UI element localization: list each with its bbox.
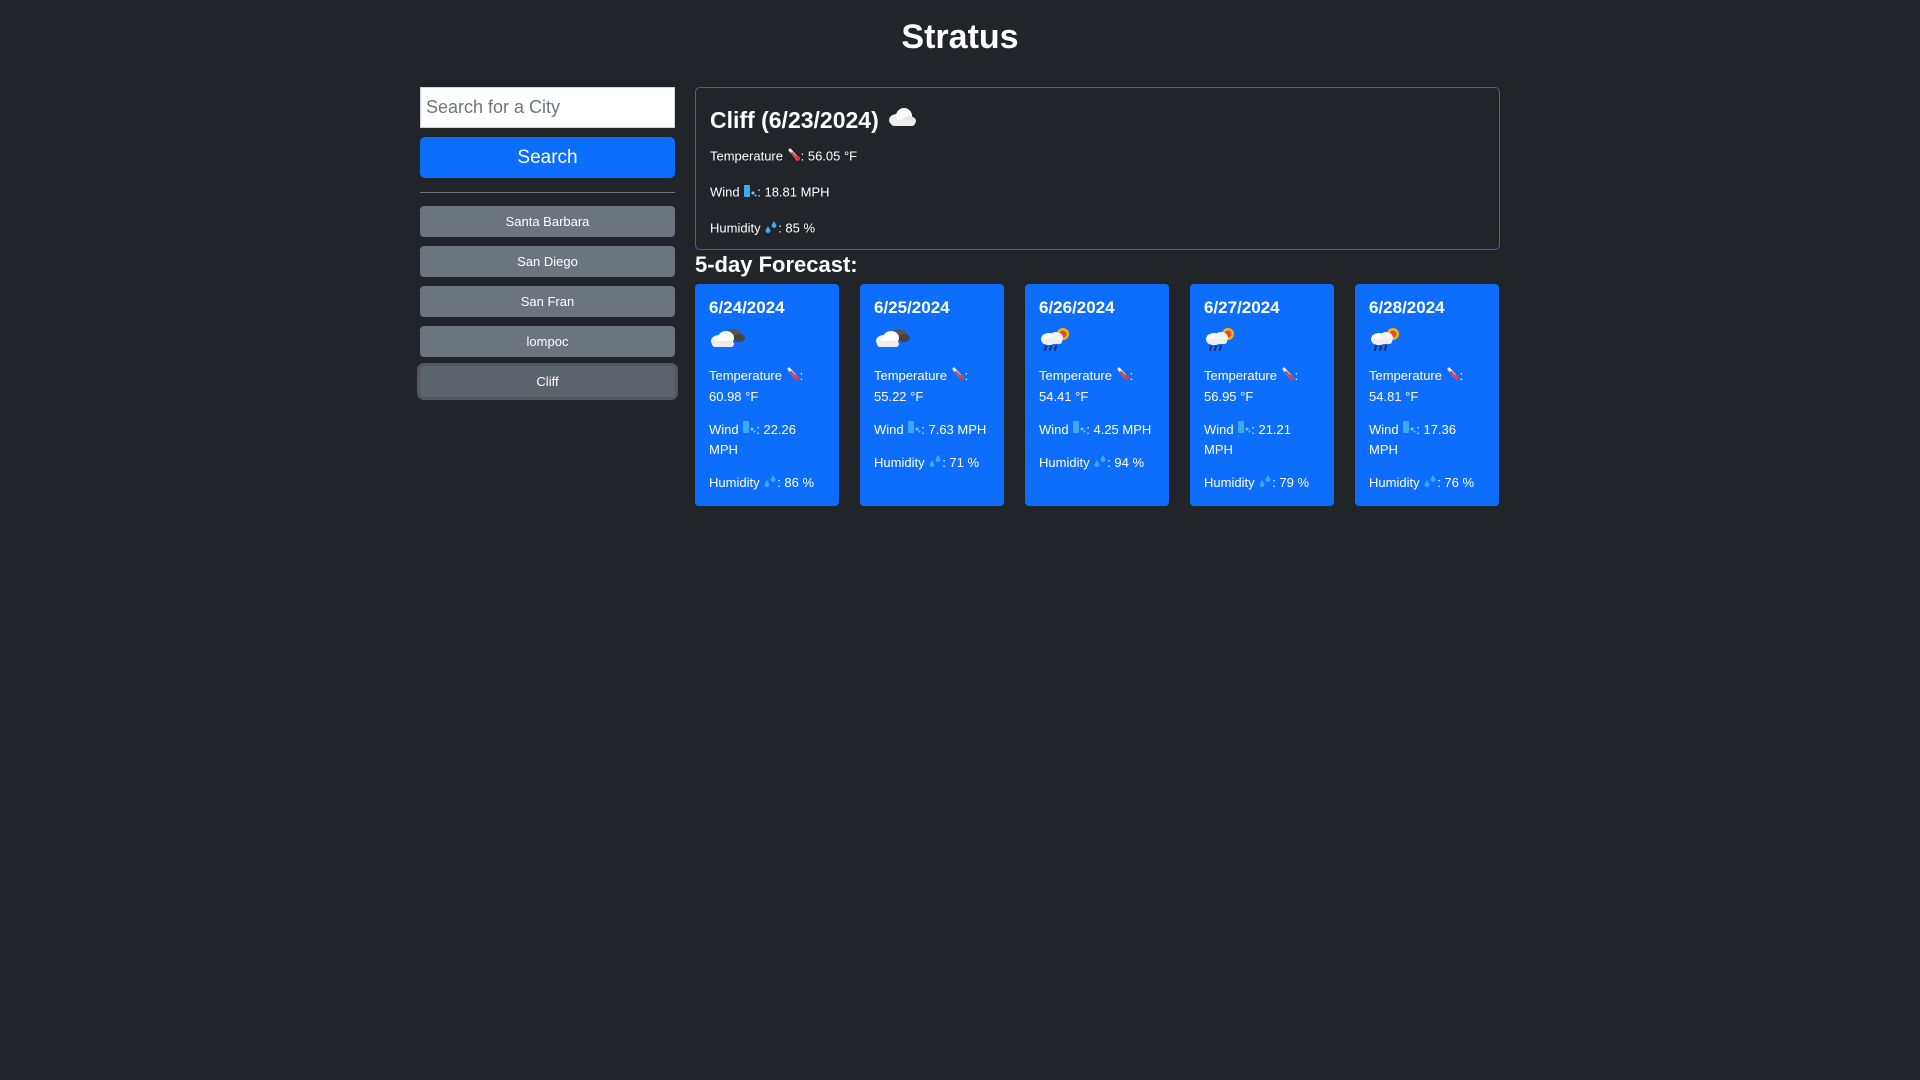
forecast-date: 6/28/2024 [1369,298,1445,317]
humidity-value: : 85 % [778,220,816,236]
wind-label: Wind [1369,421,1399,437]
temperature-label: Temperature [1369,368,1442,383]
thermometer-icon [951,367,965,387]
thermometer-icon [1446,367,1460,387]
sun-rain-cloud-icon [1039,326,1155,360]
wind-icon [907,420,921,440]
history-button-lompoc[interactable]: lompoc [420,326,675,357]
wind-label: Wind [709,421,739,437]
thermometer-icon [1281,367,1295,387]
humidity-label: Humidity [1369,475,1420,491]
forecast-row: 6/24/2024 Temperature : 60.98 °F Wind : 22… [695,284,1500,506]
thermometer-icon [786,367,800,387]
forecast-wind: Wind : 17.36 MPH [1369,420,1485,461]
humidity-value: : 86 % [777,475,815,491]
wind-label: Wind [1204,421,1234,437]
forecast-card: 6/25/2024 Temperature : 55.22 °F Wind : 7.… [860,284,1004,506]
current-wind: Wind : 18.81 MPH [710,184,1485,202]
temperature-label: Temperature [874,368,947,383]
forecast-card: 6/26/2024 Temperature : 54.41 °F Wind : 4.… [1025,284,1169,506]
temperature-label: Temperature [1204,368,1277,383]
wind-label: Wind [710,184,740,200]
forecast-temperature: Temperature : 60.98 °F [709,366,825,407]
forecast-humidity: Humidity : 79 % [1204,473,1320,494]
history-button-cliff[interactable]: Cliff [420,366,675,397]
sidebar-divider [420,192,675,193]
humidity-value: : 76 % [1437,475,1475,491]
wind-icon [743,184,757,202]
temperature-label: Temperature [1039,368,1112,383]
wind-label: Wind [1039,421,1069,437]
city-search-input[interactable] [420,87,675,128]
sun-rain-cloud-icon [1204,326,1320,360]
wind-value: : 4.25 MPH [1086,421,1152,437]
search-button[interactable]: Search [420,137,675,178]
forecast-temperature: Temperature : 55.22 °F [874,366,990,407]
humidity-value: : 94 % [1107,455,1145,471]
wind-icon [1402,420,1416,440]
droplets-icon [1258,474,1272,494]
dark-cloud-icon [709,326,825,360]
wind-value: : 18.81 MPH [757,184,830,200]
dark-cloud-icon [874,326,990,360]
forecast-humidity: Humidity : 76 % [1369,473,1485,494]
forecast-wind: Wind : 22.26 MPH [709,420,825,461]
droplets-icon [764,220,778,238]
forecast-card: 6/24/2024 Temperature : 60.98 °F Wind : 22… [695,284,839,506]
forecast-temperature: Temperature : 54.81 °F [1369,366,1485,407]
humidity-label: Humidity [1039,455,1090,471]
thermometer-icon [787,148,801,166]
forecast-date: 6/26/2024 [1039,298,1115,317]
temperature-label: Temperature [710,148,783,164]
cloud-icon [887,106,917,134]
forecast-date: 6/27/2024 [1204,298,1280,317]
forecast-card: 6/27/2024 Temperature : 56.95 °F Wind : 21… [1190,284,1334,506]
forecast-card: 6/28/2024 Temperature : 54.81 °F Wind : 17… [1355,284,1499,506]
humidity-label: Humidity [710,220,761,236]
current-weather-heading: Cliff (6/23/2024) [710,106,1485,134]
thermometer-icon [1116,367,1130,387]
droplets-icon [1423,474,1437,494]
forecast-humidity: Humidity : 94 % [1039,453,1155,474]
forecast-date: 6/24/2024 [709,298,785,317]
current-temperature: Temperature : 56.05 °F [710,148,1485,166]
humidity-value: : 79 % [1272,475,1310,491]
forecast-temperature: Temperature : 54.41 °F [1039,366,1155,407]
humidity-label: Humidity [874,455,925,471]
app-title: Stratus [901,18,1019,56]
forecast-temperature: Temperature : 56.95 °F [1204,366,1320,407]
forecast-date: 6/25/2024 [874,298,950,317]
history-button-santa-barbara[interactable]: Santa Barbara [420,206,675,237]
temperature-value: : 56.05 °F [800,148,858,164]
forecast-title: 5-day Forecast: [695,252,858,277]
forecast-humidity: Humidity : 86 % [709,473,825,494]
humidity-value: : 71 % [942,455,980,471]
forecast-wind: Wind : 7.63 MPH [874,420,990,441]
current-humidity: Humidity : 85 % [710,220,1485,238]
droplets-icon [1093,454,1107,474]
history-button-san-fran[interactable]: San Fran [420,286,675,317]
forecast-wind: Wind : 21.21 MPH [1204,420,1320,461]
wind-icon [1237,420,1251,440]
humidity-label: Humidity [1204,475,1255,491]
sun-rain-cloud-icon [1369,326,1485,360]
temperature-label: Temperature [709,368,782,383]
sidebar: Search Santa Barbara San Diego San Fran … [420,87,675,406]
history-button-san-diego[interactable]: San Diego [420,246,675,277]
current-city-date: Cliff (6/23/2024) [710,106,879,133]
droplets-icon [763,474,777,494]
weather-main: Cliff (6/23/2024) Temperature : 56.05 °F… [695,87,1500,506]
wind-label: Wind [874,421,904,437]
humidity-label: Humidity [709,475,760,491]
droplets-icon [928,454,942,474]
forecast-humidity: Humidity : 71 % [874,453,990,474]
forecast-wind: Wind : 4.25 MPH [1039,420,1155,441]
wind-value: : 7.63 MPH [921,421,987,437]
wind-icon [1072,420,1086,440]
wind-icon [742,420,756,440]
current-weather-card: Cliff (6/23/2024) Temperature : 56.05 °F… [695,87,1500,250]
search-history-list: Santa Barbara San Diego San Fran lompoc … [420,206,675,397]
